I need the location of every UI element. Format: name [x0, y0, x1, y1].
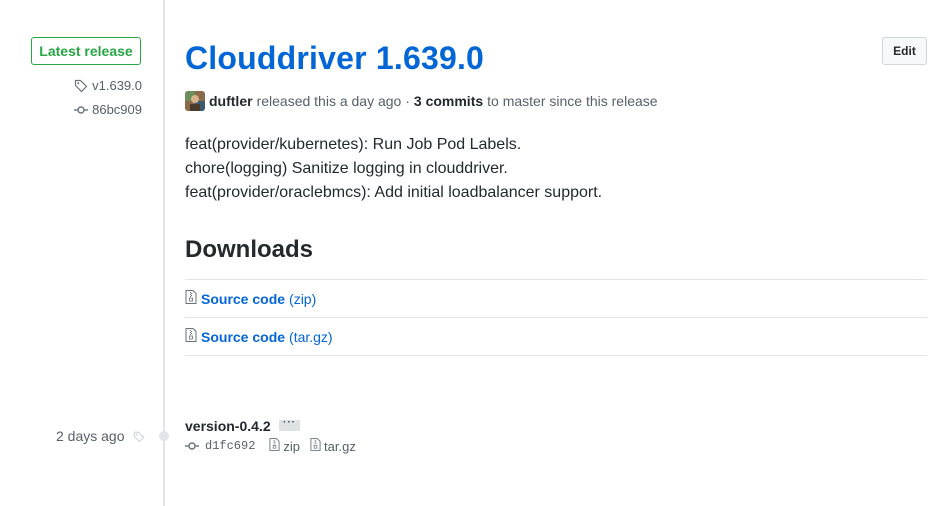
release-note: feat(provider/kubernetes): Run Job Pod L…	[185, 136, 522, 153]
commit-icon	[185, 439, 199, 454]
download-name[interactable]: Source code	[201, 329, 285, 345]
edit-button[interactable]: Edit	[882, 37, 927, 65]
release-tag[interactable]: v1.639.0	[74, 78, 142, 93]
previous-targz-label[interactable]: tar.gz	[324, 439, 356, 454]
release-byline: duftler released this a day ago · 3 comm…	[185, 91, 658, 111]
previous-commit-sha[interactable]: d1fc692	[205, 439, 255, 453]
timeline-dot	[159, 431, 169, 441]
file-zip-icon	[269, 438, 280, 454]
release-notes: feat(provider/kubernetes): Run Job Pod L…	[185, 133, 602, 205]
tag-icon	[133, 430, 145, 448]
previous-targz-link[interactable]: tar.gz	[310, 438, 356, 454]
download-targz[interactable]: Source code (tar.gz)	[185, 317, 927, 356]
tag-icon	[74, 79, 88, 93]
release-note: feat(provider/oraclebmcs): Add initial l…	[185, 184, 603, 201]
previous-zip-label[interactable]: zip	[283, 439, 300, 454]
file-zip-icon	[310, 438, 321, 454]
release-commit[interactable]: 86bc909	[74, 102, 142, 117]
download-name[interactable]: Source code	[201, 291, 285, 307]
downloads-heading: Downloads	[185, 236, 314, 263]
downloads-list: Source code (zip) Source code (tar.gz)	[185, 279, 927, 356]
released-text: released this a day ago ·	[256, 93, 410, 109]
download-zip[interactable]: Source code (zip)	[185, 279, 927, 317]
avatar[interactable]	[185, 91, 205, 111]
latest-release-badge: Latest release	[31, 37, 141, 65]
previous-tag-name[interactable]: version-0.4.2	[185, 418, 271, 434]
previous-zip-link[interactable]: zip	[269, 438, 300, 454]
author-link[interactable]: duftler	[209, 93, 253, 109]
commits-link[interactable]: 3 commits	[414, 93, 483, 109]
release-note: chore(logging) Sanitize logging in cloud…	[185, 160, 508, 177]
release-tag-label[interactable]: v1.639.0	[92, 78, 142, 93]
download-ext[interactable]: (tar.gz)	[289, 329, 333, 345]
previous-tag-date: 2 days ago	[56, 428, 125, 444]
release-commit-sha[interactable]: 86bc909	[92, 102, 142, 117]
file-zip-icon	[185, 290, 197, 307]
commit-icon	[74, 105, 89, 115]
release-title[interactable]: Clouddriver 1.639.0	[185, 40, 484, 77]
download-ext[interactable]: (zip)	[289, 291, 316, 307]
since-text: to master since this release	[487, 93, 658, 109]
expand-ellipsis-button[interactable]: ···	[279, 418, 300, 431]
file-zip-icon	[185, 328, 197, 345]
previous-tag-meta: d1fc692 zip tar.gz	[185, 437, 366, 455]
